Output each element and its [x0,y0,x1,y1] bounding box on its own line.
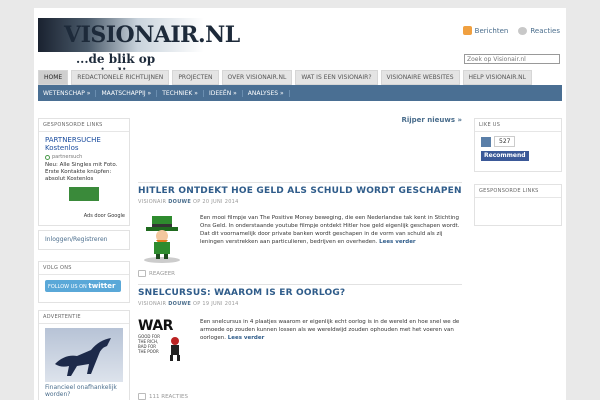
post-date: OP 19 JUNI 2014 [192,301,239,307]
post-comments-label: 111 REACTIES [149,393,188,400]
site-logo[interactable]: VISIONAIR.NL ...de blik op oneindig [38,18,240,80]
topnav-projecten[interactable]: PROJECTEN [172,70,219,85]
post-date: OP 20 JUNI 2014 [192,199,239,205]
login-link[interactable]: Inloggen/Registreren [39,231,129,248]
category-navigation: WETENSCHAP » MAATSCHAPPIJ » TECHNIEK » I… [38,85,562,101]
leprechaun-icon [144,216,180,263]
post-category-link[interactable]: VISIONAIR [138,301,166,307]
ad-partner-label: partnersuch [52,154,83,160]
post-comments-link[interactable]: REAGEER [138,270,175,277]
follow-heading: VOLG ONS [39,262,129,275]
horse-silhouette-icon [55,338,111,376]
post-comments-label: REAGEER [149,270,175,277]
horse-ad-image[interactable] [45,328,123,382]
partner-dot-icon [45,154,50,160]
catnav-ideeen[interactable]: IDEEËN » [204,89,243,97]
post-title-link[interactable]: SNELCURSUS: WAAROM IS ER OORLOG? [138,288,345,298]
post-meta: VISIONAIR DOUWE OP 20 JUNI 2014 [138,199,239,205]
post-author-link[interactable]: DOUWE [168,199,191,205]
topnav-wat-is-een-visionair[interactable]: WAT IS EEN VISIONAIR? [295,70,378,85]
war-thumbnail-caption: GOOD FOR THE RICH, BAD FOR THE POOR [138,334,160,354]
like-us-heading: LIKE US [475,119,561,132]
twitter-brand: twitter [88,282,116,290]
divider [138,182,462,183]
post-meta: VISIONAIR DOUWE OP 19 JUNI 2014 [138,301,239,307]
follow-widget: VOLG ONS FOLLOW US ON twitter [38,261,130,303]
war-thumbnail[interactable]: WAR GOOD FOR THE RICH, BAD FOR THE POOR [138,318,186,368]
login-widget: Inloggen/Registreren [38,230,130,250]
feed-links: Berichten Reacties [462,26,560,35]
divider [138,284,462,285]
topnav-visionaire-websites[interactable]: VISIONAIRE WEBSITES [380,70,460,85]
facebook-recommend-label: Recommend [484,152,526,159]
twitter-follow-button[interactable]: FOLLOW US ON twitter [45,280,121,292]
topnav-redactionele-richtlijnen[interactable]: REDACTIONELE RICHTLIJNEN [71,70,170,85]
catnav-maatschappij[interactable]: MAATSCHAPPIJ » [96,89,158,97]
search-input[interactable]: Zoek op Visionair.nl [464,54,560,64]
comments-feed-label: Reacties [530,26,560,35]
topnav-over-visionair[interactable]: OVER VISIONAIR.NL [221,70,293,85]
twitter-follow-prefix: FOLLOW US ON [48,284,87,290]
right-sponsored-heading: GESPONSORDE LINKS [475,185,561,198]
facebook-page-avatar [481,136,491,147]
ad-partner[interactable]: partnersuch [45,154,123,160]
facebook-recommend-button[interactable]: Recommend [481,151,529,161]
war-thumbnail-word: WAR [138,318,173,334]
ad-arrow-button[interactable] [69,187,99,201]
post-category-link[interactable]: VISIONAIR [138,199,166,205]
page: VISIONAIR.NL ...de blik op oneindig Beri… [34,8,566,400]
comment-bubble-icon [138,270,146,277]
sponsored-links-widget: GESPONSORDE LINKS PARTNERSUCHE Kostenlos… [38,118,130,226]
like-count: 527 [494,136,516,147]
read-more-link[interactable]: Lees verder [379,239,416,245]
ads-by-google-label[interactable]: Ads door Google [84,213,125,219]
post-author-link[interactable]: DOUWE [168,301,191,307]
post-comments-link[interactable]: 111 REACTIES [138,393,188,400]
catnav-analyses[interactable]: ANALYSES » [243,89,290,97]
top-navigation: HOME REDACTIONELE RICHTLIJNEN PROJECTEN … [38,70,558,85]
post-excerpt: Een snelcursus in 4 plaatjes waarom er e… [200,318,462,342]
advert-heading: ADVERTENTIE [39,311,129,324]
sponsored-links-heading: GESPONSORDE LINKS [39,119,129,132]
topnav-help-visionair[interactable]: HELP VISIONAIR.NL [462,70,532,85]
catnav-wetenschap[interactable]: WETENSCHAP » [38,89,97,97]
rss-icon [462,26,472,35]
ad-title-link[interactable]: PARTNERSUCHE Kostenlos [45,136,123,152]
post-excerpt: Een mooi filmpje van The Positive Money … [200,214,462,246]
comments-feed-link[interactable]: Reacties [518,26,560,35]
topnav-home[interactable]: HOME [38,70,69,85]
figure-icon [170,337,180,361]
catnav-techniek[interactable]: TECHNIEK » [157,89,204,97]
ad-text: Neu: Alle Singles mit Foto. Erste Kontak… [45,162,118,182]
advert-caption-link[interactable]: Financieel onafhankelijk worden? [45,384,123,398]
post-title-link[interactable]: HITLER ONTDEKT HOE GELD ALS SCHULD WORDT… [138,186,462,196]
advert-widget: ADVERTENTIE Financieel onafhankelijk wor… [38,310,130,400]
posts-feed-label: Berichten [474,26,509,35]
like-count-box[interactable]: 527 [481,136,555,147]
read-more-link[interactable]: Lees verder [228,335,265,341]
post-excerpt-text: Een mooi filmpje van The Positive Money … [200,215,460,245]
comment-bubble-icon [138,393,146,400]
right-sponsored-widget: GESPONSORDE LINKS [474,184,562,226]
comment-bubble-icon [518,26,528,35]
like-us-widget: LIKE US 527 Recommend [474,118,562,172]
leprechaun-thumbnail[interactable] [138,214,186,264]
older-news-link[interactable]: Rijper nieuws » [401,116,462,124]
posts-feed-link[interactable]: Berichten [462,26,509,35]
site-title: VISIONAIR.NL [64,22,240,48]
